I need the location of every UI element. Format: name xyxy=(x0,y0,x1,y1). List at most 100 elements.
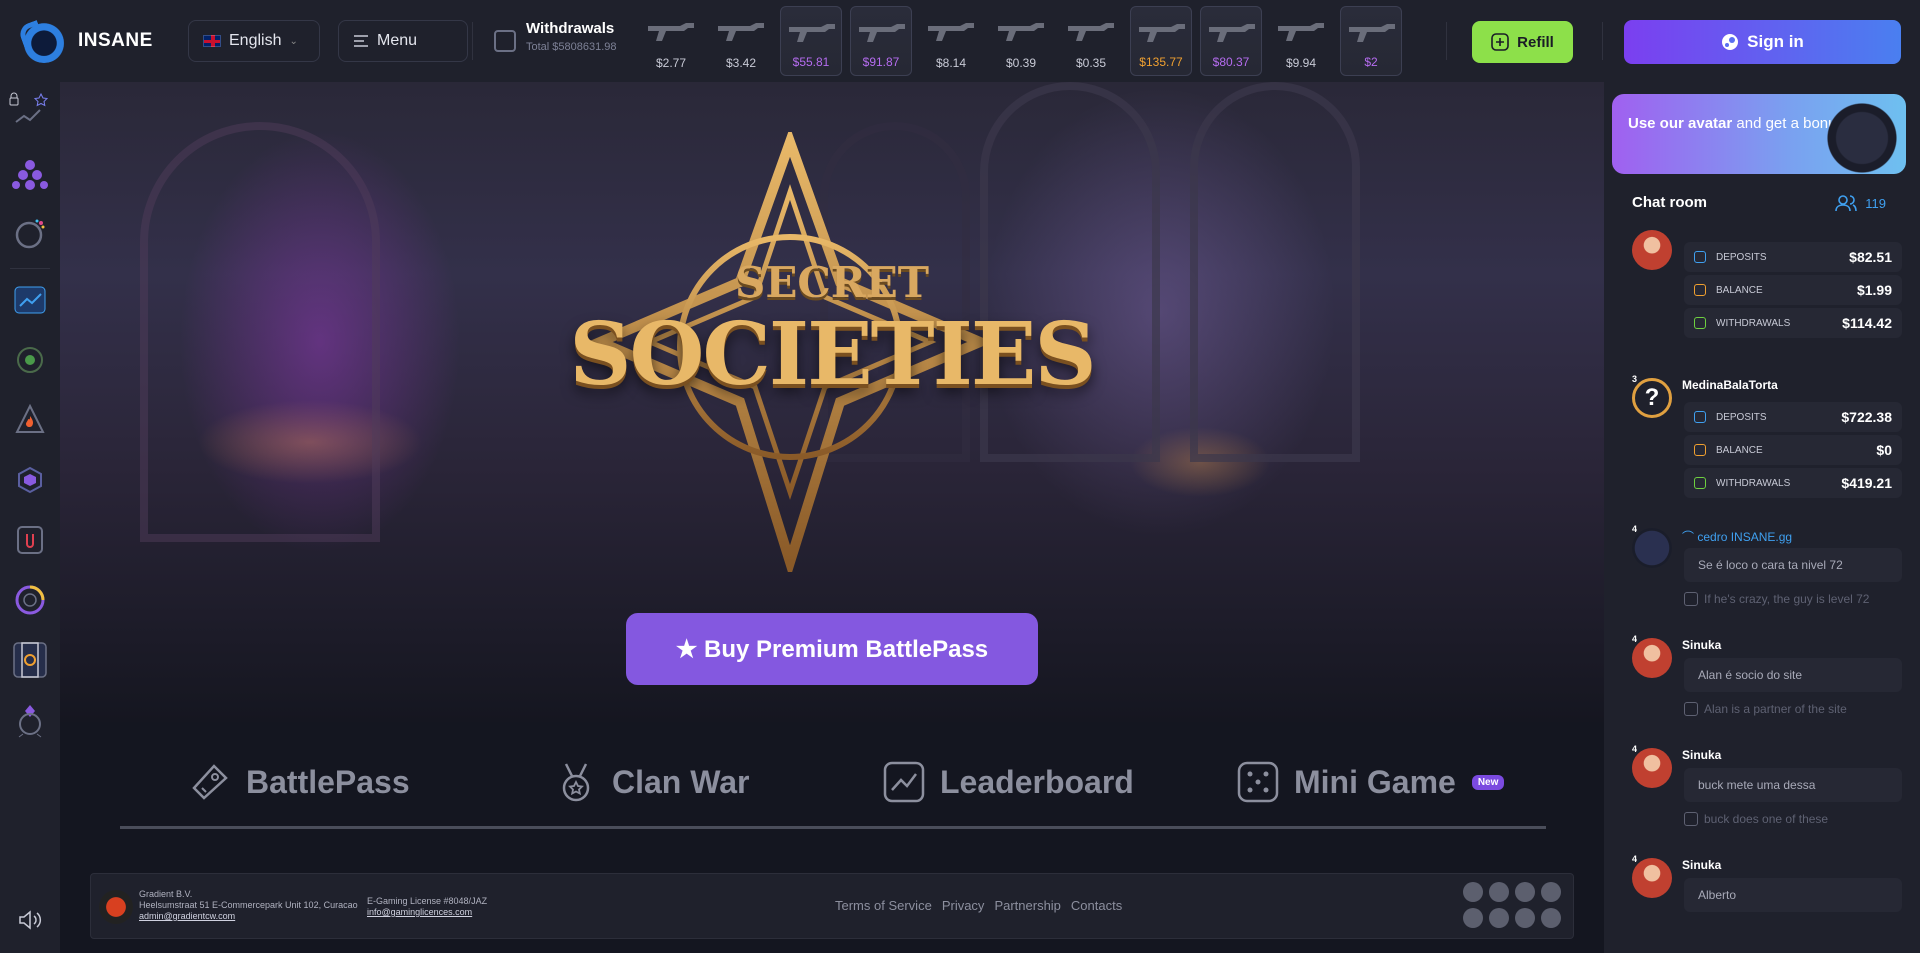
drop-item[interactable]: $2.77 xyxy=(640,6,702,76)
steam-icon xyxy=(1722,34,1739,50)
vk-icon[interactable] xyxy=(1515,882,1535,902)
tab-label: Leaderboard xyxy=(940,763,1134,800)
tab-label: Clan War xyxy=(612,763,750,800)
username[interactable]: Sinuka xyxy=(1682,748,1721,762)
drop-item[interactable]: $91.87 xyxy=(850,6,912,76)
tab-mini-game[interactable]: Mini Game New xyxy=(1236,742,1505,822)
cases-icon[interactable] xyxy=(12,156,48,192)
ticket-icon xyxy=(192,764,228,800)
avatar[interactable] xyxy=(1632,638,1672,678)
avatar[interactable] xyxy=(1632,858,1672,898)
drop-price: $0.39 xyxy=(1005,56,1037,70)
drop-item[interactable]: $3.42 xyxy=(710,6,772,76)
username[interactable]: MedinaBalaTorta xyxy=(1682,378,1778,392)
discord-icon[interactable] xyxy=(1515,908,1535,928)
reddit-icon[interactable] xyxy=(1541,908,1561,928)
drop-item[interactable]: $8.14 xyxy=(920,6,982,76)
weapon-icon xyxy=(648,23,694,41)
fire-icon[interactable] xyxy=(12,402,48,438)
avatar[interactable] xyxy=(1632,748,1672,788)
stat-value: $722.38 xyxy=(1841,409,1892,425)
username[interactable]: Sinuka xyxy=(1682,858,1721,872)
chevron-down-icon: ⌄ xyxy=(289,35,298,47)
license-email-link[interactable]: info@gaminglicences.com xyxy=(367,907,472,917)
battlepass-icon[interactable] xyxy=(12,642,48,678)
message-bubble: buck mete uma dessa xyxy=(1684,768,1902,802)
drop-price: $9.94 xyxy=(1285,56,1317,70)
avatar[interactable] xyxy=(1632,230,1672,270)
tab-clan-war[interactable]: Clan War xyxy=(554,742,750,822)
cube-icon[interactable] xyxy=(12,462,48,498)
weapon-icon xyxy=(789,24,835,42)
right-panel: Use our avatar and get a bonus! Chat roo… xyxy=(1604,82,1920,953)
tab-battlepass[interactable]: BattlePass xyxy=(188,742,410,822)
message-translation: Alan is a partner of the site xyxy=(1684,702,1847,716)
company-info: Gradient B.V. Heelsumstraat 51 E-Commerc… xyxy=(139,889,358,922)
username-text: cedro INSANE.gg xyxy=(1697,530,1793,544)
tab-leaderboard[interactable]: Leaderboard xyxy=(882,742,1134,822)
drop-item[interactable]: $0.39 xyxy=(990,6,1052,76)
plus-icon xyxy=(1491,33,1509,51)
rewards-icon[interactable] xyxy=(12,702,48,738)
drop-price: $8.14 xyxy=(935,56,967,70)
stat-deposits: DEPOSITS $722.38 xyxy=(1684,402,1902,432)
footer: Gradient B.V. Heelsumstraat 51 E-Commerc… xyxy=(90,873,1574,939)
tab-label: Mini Game xyxy=(1294,763,1456,800)
contacts-link[interactable]: Contacts xyxy=(1071,898,1122,913)
drop-item[interactable]: $2 xyxy=(1340,6,1402,76)
avatar[interactable] xyxy=(1632,528,1672,568)
logo-icon xyxy=(22,19,66,63)
translation-text: buck does one of these xyxy=(1704,812,1829,826)
facebook-icon[interactable] xyxy=(1541,882,1561,902)
weapon-icon xyxy=(1139,24,1185,42)
menu-button[interactable]: Menu xyxy=(338,20,468,62)
battlepass-tabs: BattlePass Clan War Leaderboard Mini Gam… xyxy=(120,742,1546,822)
signin-button[interactable]: Sign in xyxy=(1624,20,1901,64)
drop-item[interactable]: $9.94 xyxy=(1270,6,1332,76)
company-email-link[interactable]: admin@gradientcw.com xyxy=(139,911,235,921)
left-sidebar xyxy=(0,82,60,953)
drop-item[interactable]: $0.35 xyxy=(1060,6,1122,76)
online-count: 119 xyxy=(1865,195,1886,211)
translate-icon xyxy=(1684,812,1698,826)
buy-battlepass-button[interactable]: ★ Buy Premium BattlePass xyxy=(626,613,1038,685)
terms-link[interactable]: Terms of Service xyxy=(835,898,932,913)
instagram-icon[interactable] xyxy=(1463,882,1483,902)
avatar-promo-banner[interactable]: Use our avatar and get a bonus! xyxy=(1612,94,1906,174)
chart-icon[interactable] xyxy=(12,282,48,318)
weapon-icon xyxy=(998,23,1044,41)
withdrawals-total: Total $5808631.98 xyxy=(526,41,617,53)
partnership-link[interactable]: Partnership xyxy=(994,898,1060,913)
refill-button[interactable]: Refill xyxy=(1472,21,1573,63)
avatar[interactable]: ? xyxy=(1632,378,1672,418)
user-level: 4 xyxy=(1632,854,1638,864)
weapon-icon xyxy=(1349,24,1395,42)
username[interactable]: Sinuka xyxy=(1682,638,1721,652)
stat-label: BALANCE xyxy=(1716,444,1763,456)
weapon-icon xyxy=(1209,24,1255,42)
wheel-icon[interactable] xyxy=(12,216,48,252)
withdrawals-info: Withdrawals Total $5808631.98 xyxy=(494,20,617,53)
tiktok-icon[interactable] xyxy=(1489,882,1509,902)
upgrade-icon[interactable] xyxy=(12,522,48,558)
drop-item[interactable]: $135.77 xyxy=(1130,6,1192,76)
twitter-icon[interactable] xyxy=(1489,908,1509,928)
stat-balance: BALANCE $0 xyxy=(1684,435,1902,465)
logo[interactable]: INSANE xyxy=(22,19,153,63)
sound-icon[interactable] xyxy=(12,902,48,938)
coinflip-icon[interactable] xyxy=(12,582,48,618)
language-selector[interactable]: English ⌄ xyxy=(188,20,320,62)
target-icon[interactable] xyxy=(12,342,48,378)
username[interactable]: ⌒ cedro INSANE.gg xyxy=(1682,528,1792,545)
drop-item[interactable]: $55.81 xyxy=(780,6,842,76)
new-badge: New xyxy=(1471,774,1505,790)
deposit-icon xyxy=(1694,251,1706,263)
telegram-icon[interactable] xyxy=(1463,908,1483,928)
message-translation: If he's crazy, the guy is level 72 xyxy=(1684,592,1869,606)
drop-item[interactable]: $80.37 xyxy=(1200,6,1262,76)
deposit-icon xyxy=(1694,411,1706,423)
privacy-link[interactable]: Privacy xyxy=(942,898,985,913)
online-users[interactable]: 119 xyxy=(1835,194,1886,212)
live-drops: $2.77 $3.42 $55.81 $91.87 $8.14 $0.39 $0.35 $13… xyxy=(640,6,1420,76)
divider xyxy=(1602,22,1603,60)
